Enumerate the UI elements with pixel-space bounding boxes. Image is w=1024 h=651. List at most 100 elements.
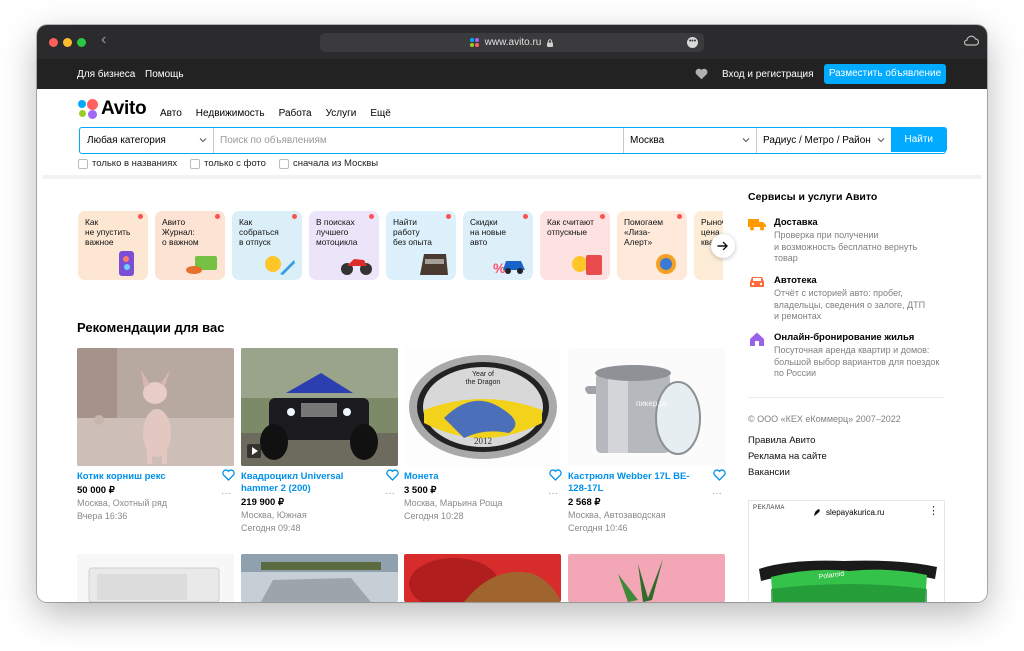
logo-text: Avito — [101, 98, 147, 119]
service-booking[interactable]: Онлайн-бронирование жилья Посуточная аре… — [748, 332, 958, 380]
jobs-link[interactable]: Вакансии — [748, 465, 827, 481]
more-dots-icon[interactable]: ··· — [221, 488, 231, 499]
listing-date: Сегодня 10:46 — [568, 523, 628, 533]
minimize-window-button[interactable] — [63, 38, 72, 47]
help-link[interactable]: Помощь — [145, 69, 184, 80]
search-filters: только в названиях только с фото сначала… — [78, 158, 378, 169]
post-ad-button[interactable]: Разместить объявление — [824, 64, 946, 84]
filter-moscow-first[interactable]: сначала из Москвы — [278, 158, 379, 169]
business-link[interactable]: Для бизнеса — [77, 69, 135, 80]
story-card[interactable]: Как собраться в отпуск — [232, 211, 302, 280]
cloud-icon[interactable] — [963, 35, 979, 46]
sunglasses-ad-image: Polaroid — [759, 560, 937, 602]
browser-chrome: ‹ www.avito.ru ••• — [37, 25, 987, 59]
listing-image[interactable] — [241, 348, 398, 466]
story-card[interactable]: Как считают отпускные — [540, 211, 610, 280]
listing-card[interactable]: Квадроцикл Universal hammer 2 (200) 219 … — [241, 348, 399, 534]
listing-image[interactable]: Year of the Dragon 2012 — [404, 348, 561, 466]
ad-site[interactable]: slepayakurica.ru — [813, 508, 884, 517]
listing-title[interactable]: Котик корниш рекс — [77, 471, 214, 483]
listing-image-plant[interactable] — [568, 554, 725, 602]
phone-illustration — [119, 251, 134, 276]
service-name[interactable]: Онлайн-бронирование жилья — [774, 332, 958, 343]
service-name[interactable]: Автотека — [774, 275, 958, 286]
checkbox[interactable] — [278, 158, 289, 169]
city-select[interactable]: Москва — [624, 128, 757, 153]
checkbox[interactable] — [78, 158, 88, 169]
story-text: Помогаем «Лиза- Алерт» — [624, 217, 664, 247]
ad-banner[interactable]: РЕКЛАМА slepayakurica.ru ⋮ Polaroid — [748, 500, 945, 602]
filter-titles-only[interactable]: только в названиях — [78, 158, 177, 169]
listing-image-wood[interactable] — [404, 554, 561, 602]
car-illustration: % — [493, 260, 525, 276]
calculator-illustration — [572, 255, 602, 275]
page-menu-icon[interactable]: ••• — [687, 37, 698, 48]
favorite-heart-icon[interactable] — [386, 469, 399, 481]
car-photo — [241, 554, 398, 602]
search-button[interactable]: Найти — [891, 126, 947, 152]
service-autoteka[interactable]: Автотека Отчёт с историей авто: пробег, в… — [748, 275, 958, 323]
rules-link[interactable]: Правила Авито — [748, 433, 827, 449]
recommendations-title: Рекомендации для вас — [77, 320, 225, 335]
advertising-link[interactable]: Реклама на сайте — [748, 449, 827, 465]
more-dots-icon[interactable]: ··· — [712, 488, 722, 499]
story-card[interactable]: Авито Журнал: о важном — [155, 211, 225, 280]
story-text: В поисках лучшего мотоцикла — [316, 217, 358, 247]
favorite-heart-icon[interactable] — [549, 469, 562, 481]
listing-location: Москва, Марьина Роща — [404, 498, 503, 508]
radius-select[interactable]: Радиус / Метро / Район — [757, 128, 891, 153]
listing-image-car[interactable] — [241, 554, 398, 602]
flashlight-illustration — [656, 254, 676, 274]
listing-date: Сегодня 09:48 — [241, 523, 301, 533]
arrow-right-icon — [717, 241, 728, 251]
story-card[interactable]: Помогаем «Лиза- Алерт» — [617, 211, 687, 280]
more-dots-icon[interactable]: ··· — [548, 488, 558, 499]
nav-item-more[interactable]: Ещё — [370, 108, 390, 119]
pot-watermark: пикер.ру — [636, 399, 668, 408]
nav-item-services[interactable]: Услуги — [326, 108, 357, 119]
favorites-heart-icon[interactable] — [695, 68, 708, 80]
stories-next-button[interactable] — [711, 234, 735, 258]
favorite-heart-icon[interactable] — [222, 469, 235, 481]
ad-menu-icon[interactable]: ⋮ — [928, 504, 939, 517]
coin-photo: Year of the Dragon 2012 — [404, 348, 561, 466]
listing-title[interactable]: Монета — [404, 471, 541, 483]
listing-price: 219 900 ₽ — [241, 497, 285, 508]
nav-item-jobs[interactable]: Работа — [279, 108, 312, 119]
category-select[interactable]: Любая категория — [80, 128, 214, 153]
filter-label: сначала из Москвы — [292, 158, 379, 169]
checkbox[interactable] — [190, 158, 201, 169]
service-name[interactable]: Доставка — [774, 217, 958, 228]
story-card[interactable]: Найти работу без опыта — [386, 211, 456, 280]
listing-card[interactable]: Year of the Dragon 2012 Монета 3 500 ₽ М… — [404, 348, 562, 522]
login-link[interactable]: Вход и регистрация — [722, 69, 814, 80]
close-window-button[interactable] — [49, 38, 58, 47]
nav-item-realty[interactable]: Недвижимость — [196, 108, 265, 119]
search-input[interactable]: Поиск по объявлениям — [214, 128, 624, 153]
listing-image[interactable] — [77, 348, 234, 466]
listing-title[interactable]: Кастрюля Webber 17L BE-128-17L — [568, 471, 705, 495]
story-card[interactable]: Скидки на новые авто % — [463, 211, 533, 280]
listing-card[interactable]: Котик корниш рекс 50 000 ₽ Москва, Охотн… — [77, 348, 235, 522]
coin-text-line-2: the Dragon — [466, 379, 501, 386]
listing-image[interactable]: пикер.ру — [568, 348, 725, 466]
back-button[interactable]: ‹ — [101, 31, 106, 49]
story-card[interactable]: Как не упустить важное — [78, 211, 148, 280]
story-card[interactable]: В поисках лучшего мотоцикла — [309, 211, 379, 280]
car-icon — [750, 277, 764, 287]
zoom-window-button[interactable] — [77, 38, 86, 47]
favorite-heart-icon[interactable] — [713, 469, 726, 481]
address-bar[interactable]: www.avito.ru ••• — [320, 33, 704, 52]
listing-location: Москва, Охотный ряд — [77, 498, 167, 508]
unread-dot — [292, 214, 297, 219]
listing-title[interactable]: Квадроцикл Universal hammer 2 (200) — [241, 471, 378, 495]
nav-item-auto[interactable]: Авто — [160, 108, 182, 119]
avito-logo[interactable]: Avito — [78, 98, 147, 120]
listing-card[interactable]: пикер.ру Кастрюля Webber 17L BE-128-17L … — [568, 348, 726, 534]
story-text: Как собраться в отпуск — [239, 217, 279, 247]
filter-with-photo[interactable]: только с фото — [190, 158, 266, 169]
service-delivery[interactable]: Доставка Проверка при получении и возможн… — [748, 217, 958, 265]
listing-image-microwave[interactable] — [77, 554, 234, 602]
more-dots-icon[interactable]: ··· — [385, 488, 395, 499]
radius-value: Радиус / Метро / Район — [763, 135, 871, 146]
